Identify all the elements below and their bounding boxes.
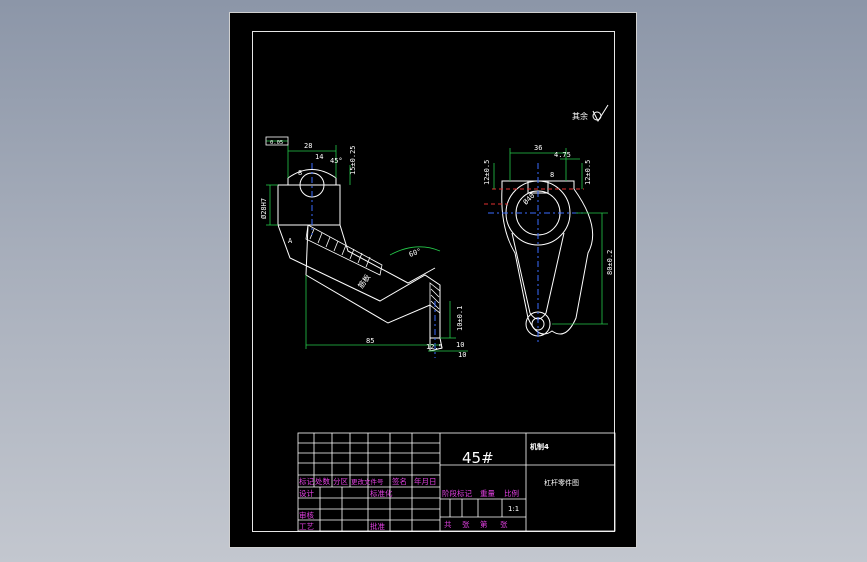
dim-top-small: 14 xyxy=(315,153,323,161)
label-standard: 标准化 xyxy=(370,488,393,498)
dim-top-width: 28 xyxy=(304,142,312,150)
label-sheet-unit: 张 xyxy=(500,520,508,529)
front-center-lines xyxy=(488,163,586,343)
scale-value: 1:1 xyxy=(508,505,519,513)
dim-slot: 8 xyxy=(550,171,554,179)
side-view xyxy=(277,169,443,352)
material: 45# xyxy=(462,449,494,467)
label-mark: 标记 xyxy=(299,476,314,486)
dim-width: 36 xyxy=(534,144,542,152)
roughness-note: 其余 xyxy=(572,111,588,121)
label-change-doc: 更改文件号 xyxy=(351,477,384,486)
label-count: 处数 xyxy=(315,476,330,486)
rib-label: 筋板 xyxy=(355,272,372,290)
dim-bottom-width: 10 xyxy=(458,351,466,359)
designer-tag: 机制4 xyxy=(530,442,549,451)
label-design: 设计 xyxy=(299,488,314,498)
label-signature: 签名 xyxy=(392,476,407,486)
roughness-symbol-icon xyxy=(592,104,609,123)
dim-bottom-left: 12.5 xyxy=(426,343,443,351)
dim-angle: 60° xyxy=(408,247,423,259)
dim-right-h: 12±0.5 xyxy=(584,160,592,185)
rib-hatch xyxy=(305,224,441,314)
label-stage: 阶段标记 xyxy=(442,488,472,498)
datum-value: 0.05 xyxy=(270,140,283,146)
side-dimensions xyxy=(266,140,468,352)
label-ratio: 比例 xyxy=(504,488,519,498)
dim-left-h: 12±0.5 xyxy=(483,160,491,185)
label-page: 第 xyxy=(480,519,488,529)
cad-drawing: 其余 0.05 28 14 45° 15±0.25 Ø28H7 8 A 60° … xyxy=(260,104,616,532)
label-date: 年月日 xyxy=(414,476,437,486)
label-zone: 分区 xyxy=(333,477,348,486)
label-sheets: 张 xyxy=(462,520,470,529)
dim-small: 10±0.1 xyxy=(456,306,464,331)
dim-length: 80±0.2 xyxy=(606,250,614,275)
label-total: 共 xyxy=(444,520,452,529)
dim-center: Ø40 xyxy=(522,192,537,207)
part-name: 杠杆零件图 xyxy=(544,478,579,487)
label-weight: 重量 xyxy=(480,489,495,498)
dim-overall-length: 85 xyxy=(366,337,374,345)
dim-height-top: 15±0.25 xyxy=(349,145,357,175)
dim-top-angle: 45° xyxy=(330,157,343,165)
label-check: 审核 xyxy=(299,510,314,520)
dim-thickness: 8 xyxy=(298,169,302,177)
dim-small-right: 4.75 xyxy=(554,151,571,159)
mark-a: A xyxy=(288,237,293,245)
label-approve: 批准 xyxy=(370,521,385,531)
dim-right-small: 10 xyxy=(456,341,464,349)
front-view xyxy=(501,180,594,337)
dim-hole-dia: Ø28H7 xyxy=(260,198,268,219)
drawing-sheet: 其余 0.05 28 14 45° 15±0.25 Ø28H7 8 A 60° … xyxy=(229,12,637,548)
label-craft: 工艺 xyxy=(299,522,314,531)
